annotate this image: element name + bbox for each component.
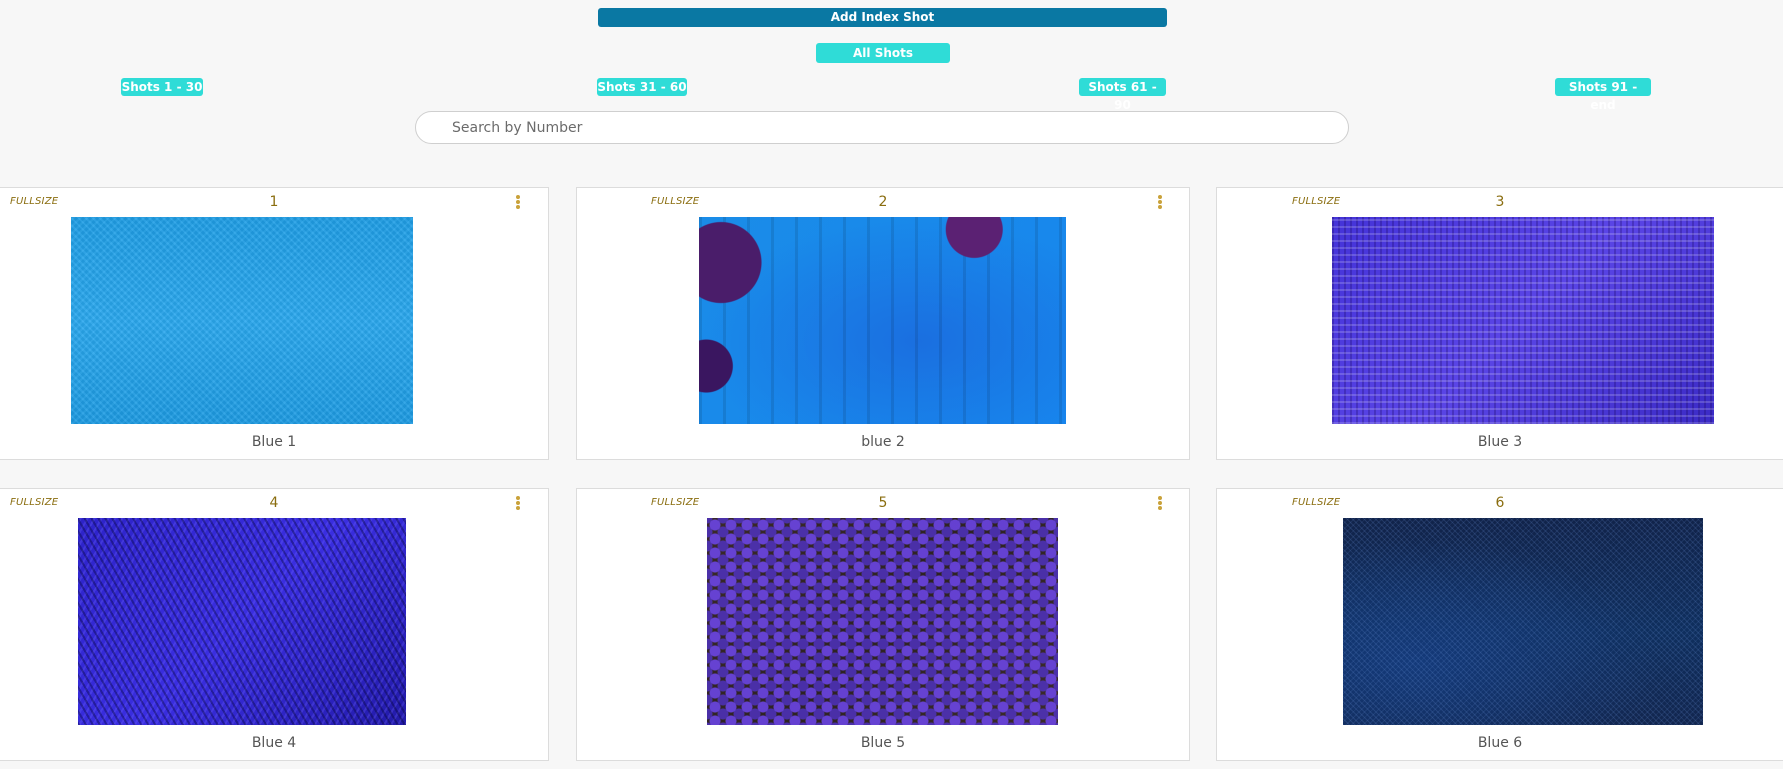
shot-number: 5 [878,495,888,511]
shot-number: 1 [269,194,279,210]
kebab-menu-icon[interactable] [513,195,523,213]
range-button-91-end[interactable]: Shots 91 - end [1555,78,1651,112]
all-shots-button[interactable]: All Shots [816,43,950,63]
range-button-31-60[interactable]: Shots 31 - 60 [597,78,687,96]
shot-number: 2 [878,194,888,210]
search-input[interactable] [415,111,1349,144]
shot-caption: Blue 6 [1477,735,1523,751]
shot-card[interactable]: FULLSIZE 5 Blue 5 [576,488,1190,761]
shot-thumbnail[interactable] [78,518,406,725]
shot-caption: blue 2 [861,434,905,450]
add-index-shot-button[interactable]: Add Index Shot [598,8,1167,27]
shot-caption: Blue 5 [860,735,906,751]
shot-caption: Blue 3 [1477,434,1523,450]
shot-card[interactable]: FULLSIZE 6 Blue 6 [1216,488,1783,761]
shot-thumbnail[interactable] [707,518,1058,725]
shot-thumbnail[interactable] [1343,518,1703,725]
shot-card[interactable]: FULLSIZE 3 Blue 3 [1216,187,1783,460]
shot-card[interactable]: FULLSIZE 1 Blue 1 [0,187,549,460]
shot-number: 6 [1495,495,1505,511]
shot-number: 4 [269,495,279,511]
shot-caption: Blue 1 [251,434,297,450]
range-button-1-30[interactable]: Shots 1 - 30 [121,78,203,96]
shot-thumbnail[interactable] [699,217,1066,424]
kebab-menu-icon[interactable] [1155,195,1165,213]
shot-thumbnail[interactable] [71,217,413,424]
kebab-menu-icon[interactable] [513,496,523,514]
shot-number: 3 [1495,194,1505,210]
range-button-61-90[interactable]: Shots 61 - 90 [1079,78,1166,112]
shot-thumbnail[interactable] [1332,217,1714,424]
shot-card[interactable]: FULLSIZE 4 Blue 4 [0,488,549,761]
shot-caption: Blue 4 [251,735,297,751]
shot-card[interactable]: FULLSIZE 2 blue 2 [576,187,1190,460]
kebab-menu-icon[interactable] [1155,496,1165,514]
